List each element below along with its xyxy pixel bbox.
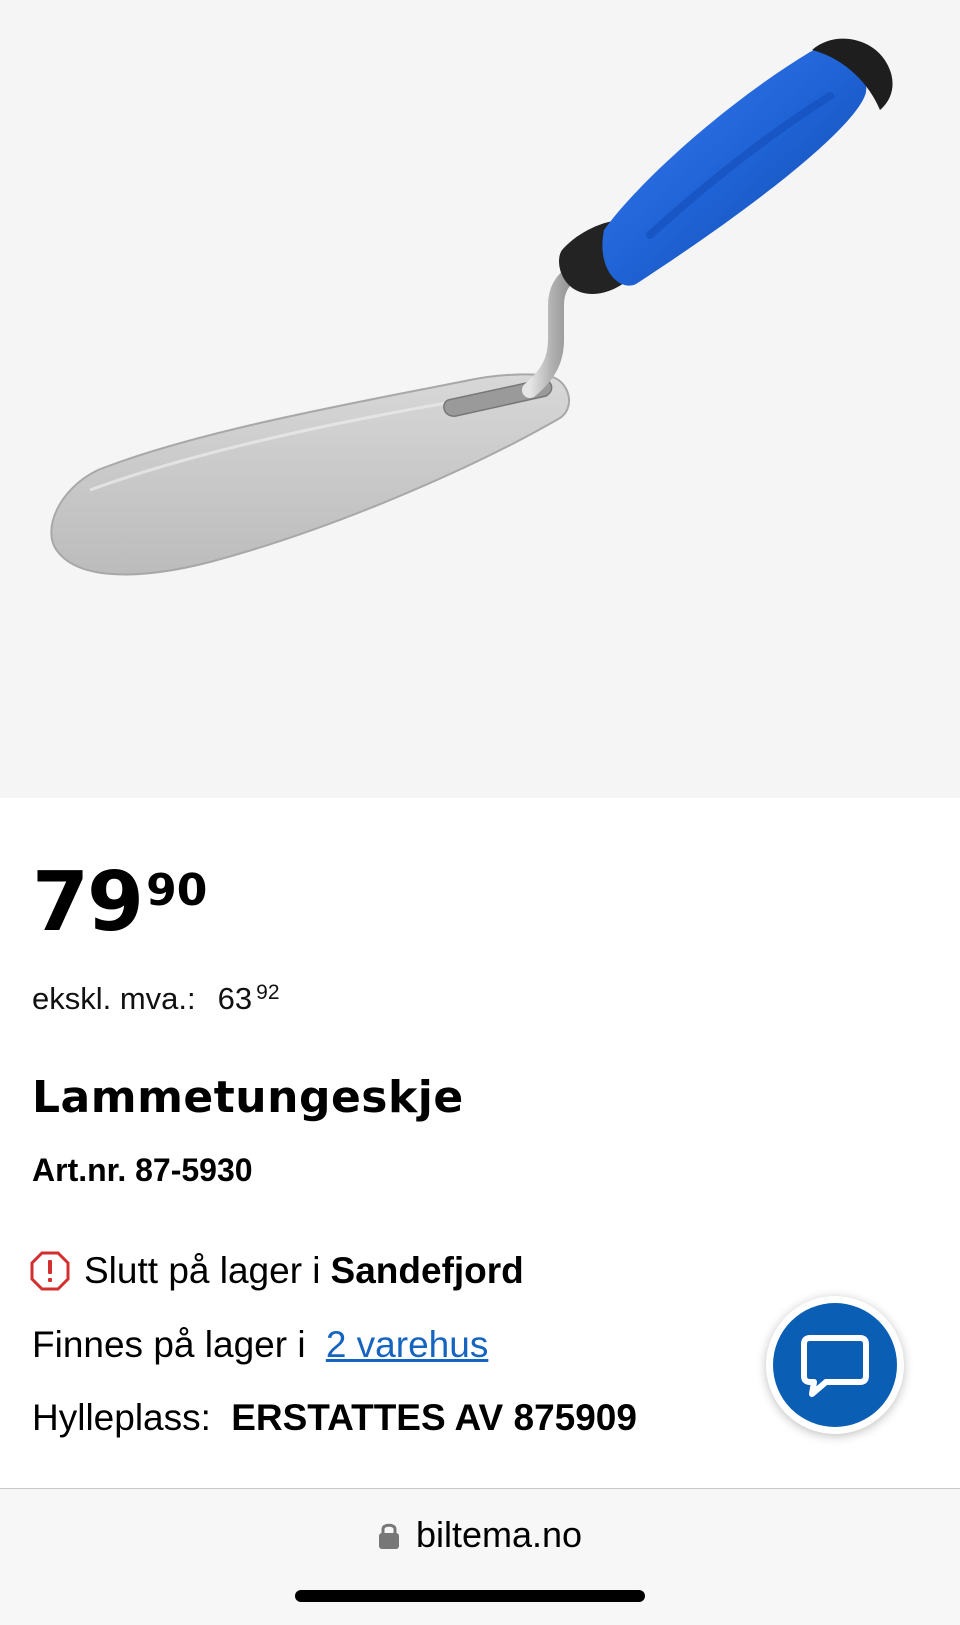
warehouses-link[interactable]: 2 varehus xyxy=(326,1324,489,1365)
store-name: Sandefjord xyxy=(330,1250,524,1291)
article-number: Art.nr. 87-5930 xyxy=(32,1152,253,1188)
vat-cents: 92 xyxy=(256,981,280,1004)
shelf-label: Hylleplass: xyxy=(32,1397,211,1438)
price-main: 79 xyxy=(32,855,144,950)
vat-main: 63 xyxy=(217,981,253,1016)
address-bar[interactable]: biltema.no xyxy=(0,1513,960,1557)
lock-icon xyxy=(378,1523,399,1549)
chat-button-inner xyxy=(773,1303,897,1427)
alert-octagon-icon xyxy=(30,1251,70,1291)
chat-button[interactable] xyxy=(766,1296,904,1434)
price: 79 90 xyxy=(32,858,207,948)
product-image[interactable] xyxy=(0,0,960,798)
product-title: Lammetungeskje xyxy=(32,1072,464,1123)
stock-status-other: Finnes på lager i 2 varehus xyxy=(32,1322,488,1368)
trowel-image xyxy=(50,38,893,576)
stock-status-local: Slutt på lager i Sandefjord xyxy=(30,1248,524,1294)
url-text: biltema.no xyxy=(415,1514,583,1555)
product-page: 79 90 ekskl. mva.: 63 92 Lammetungeskje … xyxy=(0,0,960,1625)
out-of-stock-text: Slutt på lager i xyxy=(84,1250,321,1291)
price-cents: 90 xyxy=(146,865,208,916)
vat-label: ekskl. mva.: xyxy=(32,981,196,1016)
home-indicator xyxy=(295,1590,645,1602)
available-text: Finnes på lager i xyxy=(32,1324,306,1365)
shelf-value: ERSTATTES AV 875909 xyxy=(231,1397,637,1438)
browser-bottom-bar: biltema.no xyxy=(0,1488,960,1625)
chat-bubble-icon xyxy=(801,1335,869,1397)
shelf-location: Hylleplass: ERSTATTES AV 875909 xyxy=(32,1395,637,1441)
price-excl-vat: ekskl. mva.: 63 92 xyxy=(32,980,280,1018)
